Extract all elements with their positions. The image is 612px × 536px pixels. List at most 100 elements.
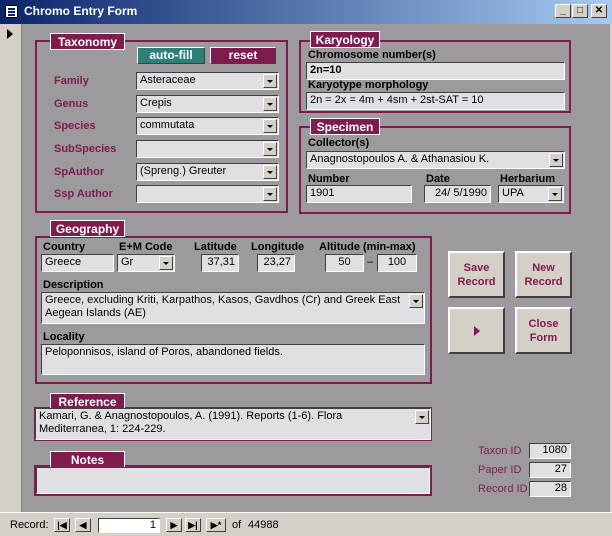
play-icon bbox=[473, 325, 480, 336]
chevron-down-icon[interactable] bbox=[263, 142, 277, 156]
date-field[interactable]: 24/ 5/1990 bbox=[424, 185, 491, 203]
chevron-down-icon[interactable] bbox=[263, 97, 277, 111]
number-field[interactable]: 1901 bbox=[306, 185, 412, 203]
longitude-field[interactable]: 23,27 bbox=[257, 254, 295, 272]
description-value: Greece, excluding Kriti, Karpathos, Kaso… bbox=[45, 294, 401, 319]
herbarium-label: Herbarium bbox=[500, 173, 556, 185]
notes-title: Notes bbox=[50, 451, 125, 468]
family-label: Family bbox=[54, 75, 89, 87]
paper-id-field: 27 bbox=[529, 462, 571, 478]
em-code-select[interactable]: Gr bbox=[117, 254, 175, 272]
species-select[interactable]: commutata bbox=[136, 117, 279, 135]
record-id-label: Record ID bbox=[478, 483, 528, 495]
chevron-down-icon[interactable] bbox=[263, 119, 277, 133]
em-code-label: E+M Code bbox=[119, 241, 173, 253]
new-record-button[interactable]: New Record bbox=[515, 251, 572, 298]
country-field[interactable]: Greece bbox=[41, 254, 114, 272]
locality-label: Locality bbox=[43, 331, 85, 343]
family-value: Asteraceae bbox=[140, 74, 196, 86]
next-record-button[interactable]: ▶ bbox=[166, 518, 182, 532]
chevron-down-icon[interactable] bbox=[263, 165, 277, 179]
access-window: Chromo Entry Form _ □ ✕ Taxonomy auto-fi… bbox=[0, 0, 612, 536]
current-record-field[interactable]: 1 bbox=[98, 518, 160, 533]
em-code-value: Gr bbox=[121, 256, 134, 268]
chevron-down-icon[interactable] bbox=[263, 74, 277, 88]
maximize-button[interactable]: □ bbox=[572, 4, 588, 18]
description-label: Description bbox=[43, 279, 104, 291]
genus-value: Crepis bbox=[140, 97, 172, 109]
subspecies-select[interactable] bbox=[136, 140, 279, 158]
herbarium-select[interactable]: UPA bbox=[498, 185, 564, 203]
subspecies-label: SubSpecies bbox=[54, 143, 117, 155]
country-label: Country bbox=[43, 241, 86, 253]
notes-field[interactable] bbox=[36, 467, 430, 494]
record-selector[interactable] bbox=[0, 24, 22, 512]
record-id-field: 28 bbox=[529, 481, 571, 497]
karyology-title: Karyology bbox=[310, 31, 380, 48]
new-record-nav-button[interactable]: ▶* bbox=[206, 518, 226, 532]
window-title: Chromo Entry Form bbox=[24, 4, 138, 18]
reset-button[interactable]: reset bbox=[210, 47, 276, 64]
date-label: Date bbox=[426, 173, 450, 185]
reference-value: Kamari, G. & Anagnostopoulos, A. (1991).… bbox=[39, 410, 343, 435]
latitude-field[interactable]: 37,31 bbox=[201, 254, 239, 272]
latitude-label: Latitude bbox=[194, 241, 237, 253]
collectors-select[interactable]: Anagnostopoulos A. & Athanasiou K. bbox=[306, 151, 565, 169]
first-record-button[interactable]: |◀ bbox=[54, 518, 70, 532]
record-label: Record: bbox=[10, 519, 49, 531]
chromosome-field[interactable]: 2n=10 bbox=[306, 62, 565, 80]
current-record-icon bbox=[7, 29, 13, 39]
spauthor-value: (Spreng.) Greuter bbox=[140, 165, 227, 177]
of-label: of bbox=[232, 519, 242, 531]
spauthor-label: SpAuthor bbox=[54, 166, 105, 178]
description-select[interactable]: Greece, excluding Kriti, Karpathos, Kaso… bbox=[41, 292, 425, 324]
taxonomy-title: Taxonomy bbox=[50, 33, 125, 50]
specimen-title: Specimen bbox=[310, 118, 380, 135]
reference-select[interactable]: Kamari, G. & Anagnostopoulos, A. (1991).… bbox=[35, 408, 431, 440]
number-label: Number bbox=[308, 173, 350, 185]
herbarium-value: UPA bbox=[502, 187, 524, 199]
genus-select[interactable]: Crepis bbox=[136, 95, 279, 113]
chevron-down-icon[interactable] bbox=[409, 294, 423, 308]
autofill-button[interactable]: auto-fill bbox=[137, 47, 205, 64]
taxon-id-label: Taxon ID bbox=[478, 445, 522, 457]
record-navigation-bar: Record: |◀ ◀ 1 ▶ ▶| ▶* of 44988 bbox=[0, 512, 612, 536]
morphology-field[interactable]: 2n = 2x = 4m + 4sm + 2st-SAT = 10 bbox=[306, 92, 565, 110]
altitude-max-field[interactable]: 100 bbox=[377, 254, 417, 272]
form-body: Taxonomy auto-fill reset Family Asterace… bbox=[22, 24, 610, 512]
collectors-label: Collector(s) bbox=[308, 137, 370, 149]
species-value: commutata bbox=[140, 119, 195, 131]
longitude-label: Longitude bbox=[251, 241, 305, 253]
form-icon bbox=[5, 5, 18, 18]
collectors-value: Anagnostopoulos A. & Athanasiou K. bbox=[310, 153, 490, 165]
locality-field[interactable]: Peloponnisos, island of Poros, abandoned… bbox=[41, 344, 425, 375]
minimize-button[interactable]: _ bbox=[555, 4, 571, 18]
save-record-button[interactable]: Save Record bbox=[448, 251, 505, 298]
record-total: 44988 bbox=[248, 519, 279, 531]
altitude-separator: – bbox=[367, 256, 374, 268]
chromosome-label: Chromosome number(s) bbox=[308, 49, 436, 61]
run-button[interactable] bbox=[448, 307, 505, 354]
altitude-min-field[interactable]: 50 bbox=[325, 254, 364, 272]
sspauthor-label: Ssp Author bbox=[54, 188, 113, 200]
taxon-id-field: 1080 bbox=[529, 443, 571, 459]
chevron-down-icon[interactable] bbox=[549, 153, 563, 167]
chevron-down-icon[interactable] bbox=[548, 187, 562, 201]
last-record-button[interactable]: ▶| bbox=[185, 518, 201, 532]
previous-record-button[interactable]: ◀ bbox=[75, 518, 91, 532]
chevron-down-icon[interactable] bbox=[263, 187, 277, 201]
sspauthor-select[interactable] bbox=[136, 185, 279, 203]
chevron-down-icon[interactable] bbox=[415, 410, 429, 424]
species-label: Species bbox=[54, 120, 96, 132]
chevron-down-icon[interactable] bbox=[159, 256, 173, 270]
spauthor-select[interactable]: (Spreng.) Greuter bbox=[136, 163, 279, 181]
geography-title: Geography bbox=[50, 220, 125, 237]
paper-id-label: Paper ID bbox=[478, 464, 522, 476]
close-window-button[interactable]: ✕ bbox=[591, 4, 607, 18]
title-bar: Chromo Entry Form _ □ ✕ bbox=[0, 0, 612, 24]
morphology-label: Karyotype morphology bbox=[308, 79, 429, 91]
altitude-label: Altitude (min-max) bbox=[319, 241, 416, 253]
genus-label: Genus bbox=[54, 98, 89, 110]
close-form-button[interactable]: Close Form bbox=[515, 307, 572, 354]
family-select[interactable]: Asteraceae bbox=[136, 72, 279, 90]
